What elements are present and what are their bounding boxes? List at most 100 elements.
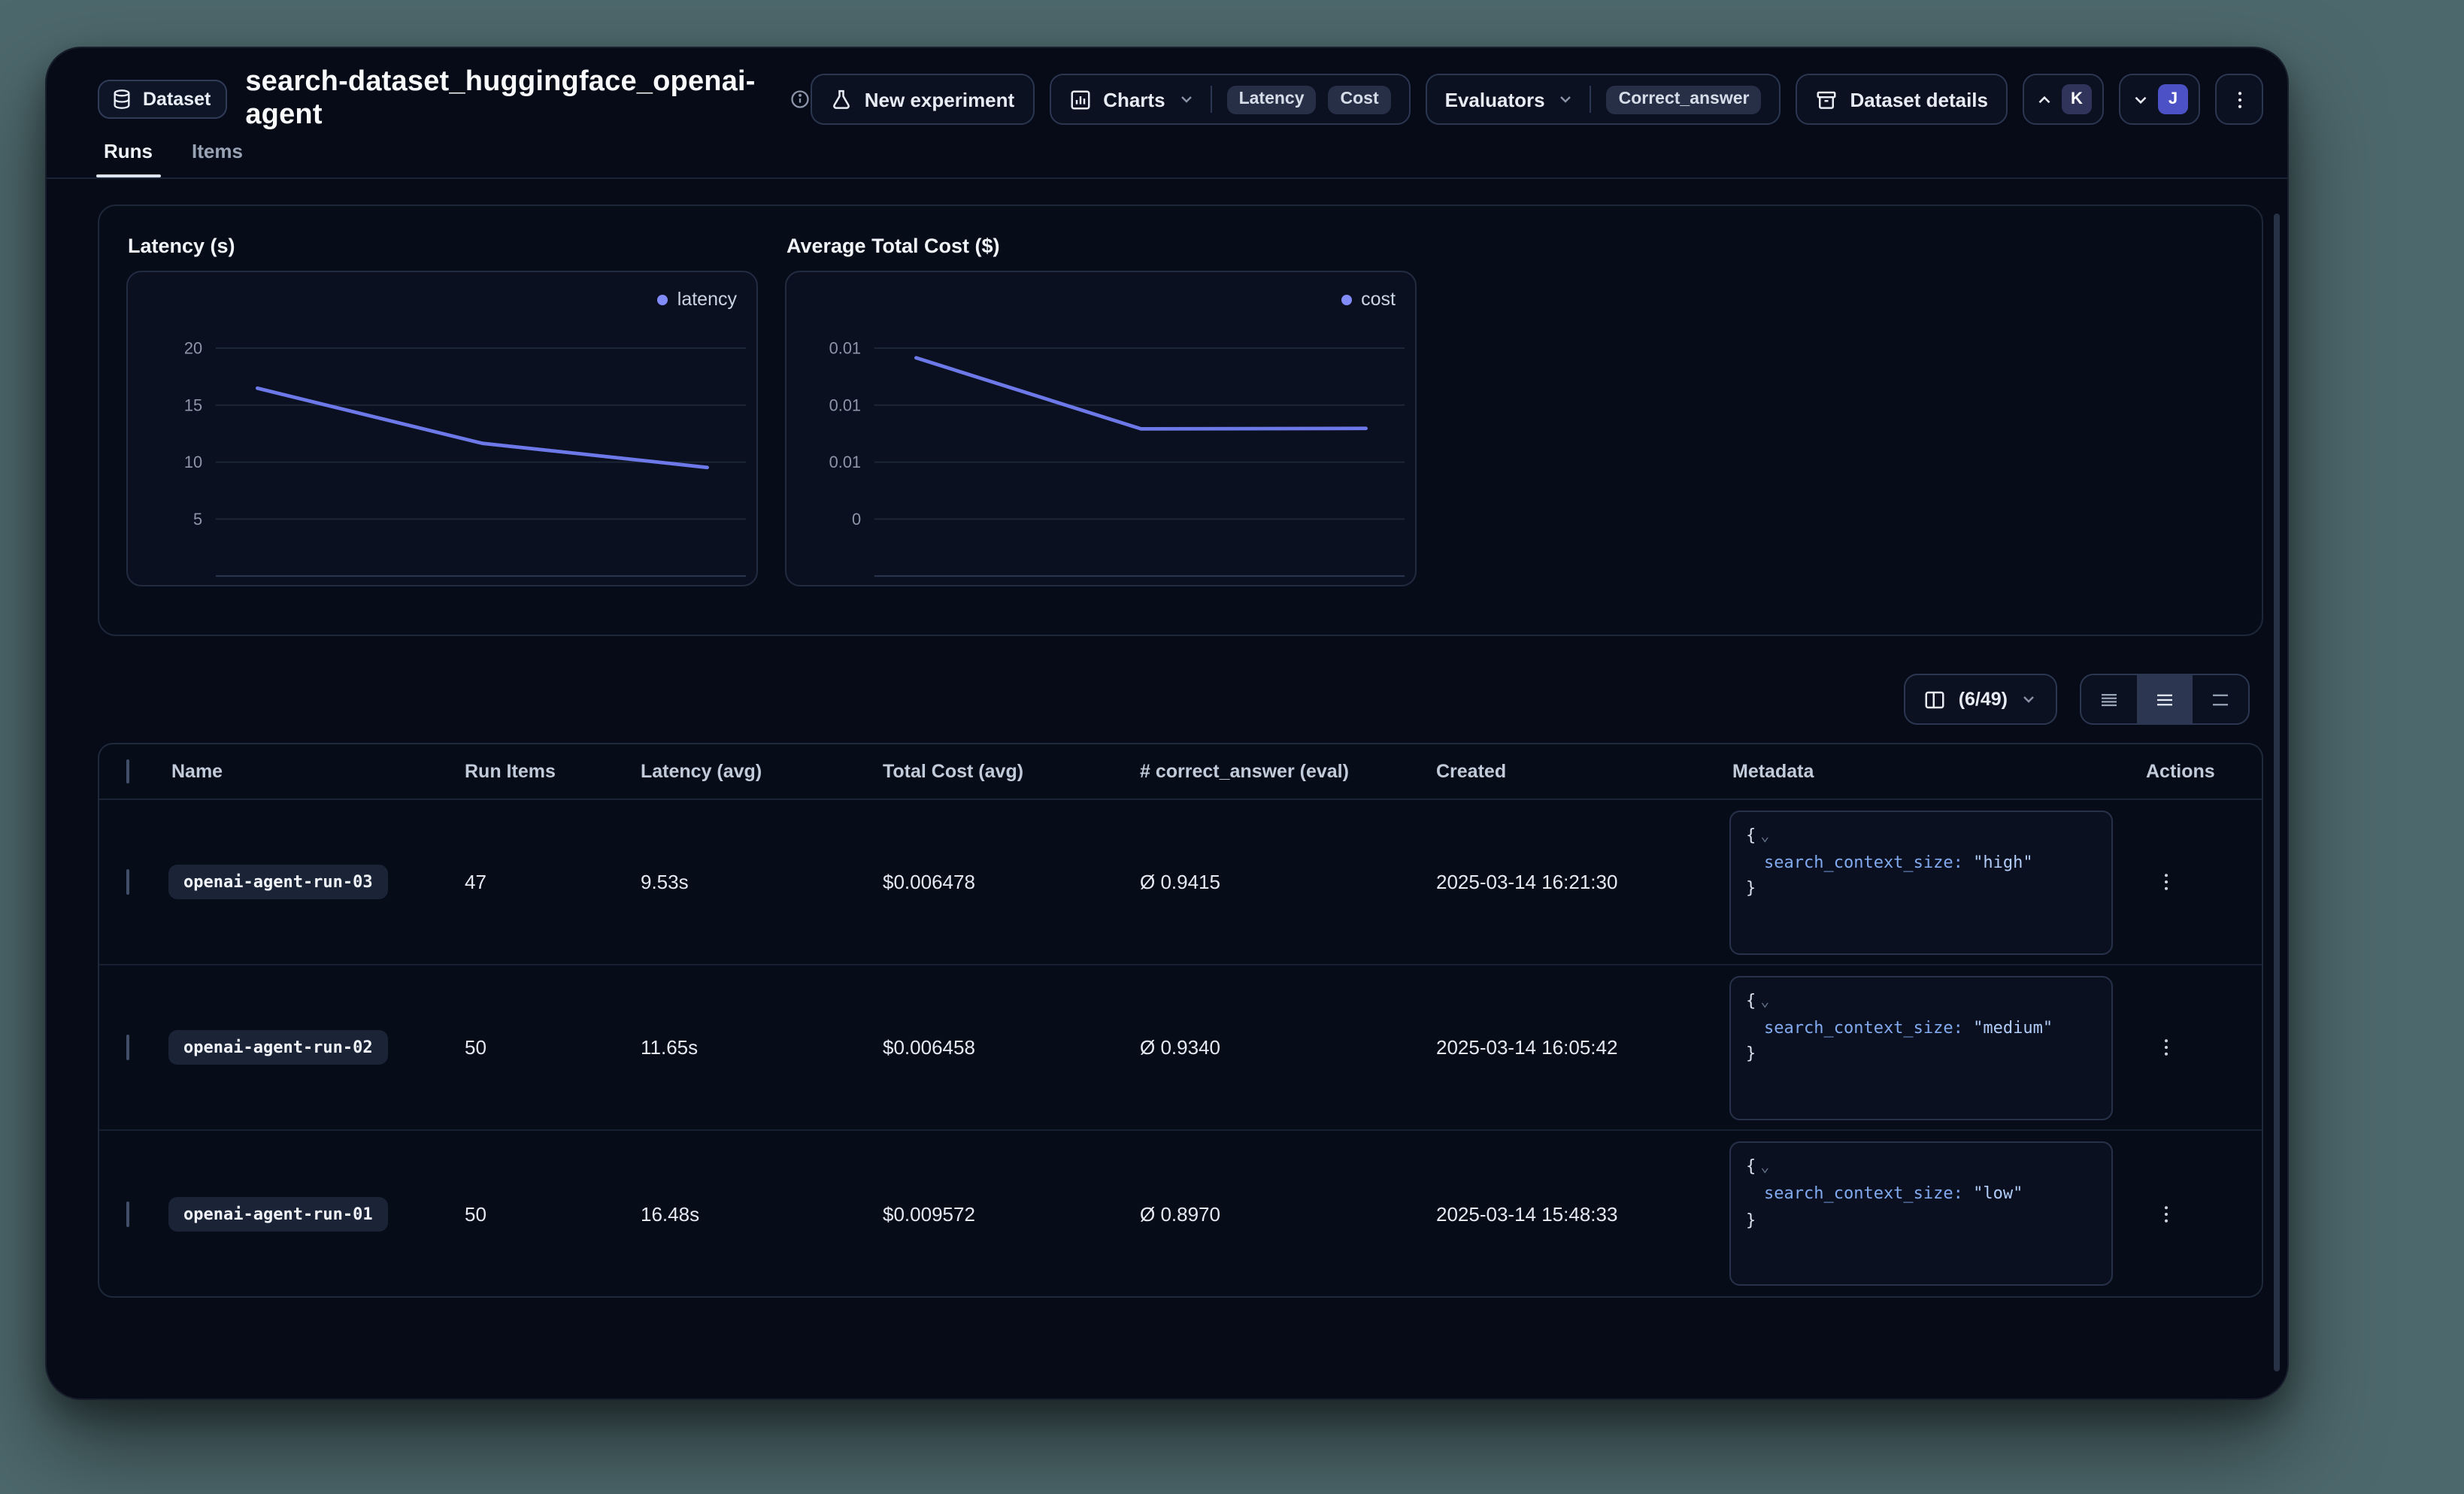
svg-text:0.01: 0.01 (829, 395, 861, 414)
info-icon[interactable] (790, 89, 811, 110)
select-all-checkbox[interactable] (126, 759, 129, 783)
run-items-value: 50 (462, 1202, 638, 1225)
vertical-scrollbar[interactable] (2274, 214, 2280, 1371)
correct-answer-value: Ø 0.9415 (1137, 871, 1433, 893)
top-bar-actions: New experiment Charts Latency Cost Evalu… (811, 74, 2263, 125)
json-value: "medium" (1973, 1017, 2053, 1037)
svg-text:10: 10 (184, 453, 202, 471)
cost-chart-title: Average Total Cost ($) (786, 235, 1417, 257)
correct-answer-value: Ø 0.9340 (1137, 1036, 1433, 1059)
column-selector-button[interactable]: (6/49) (1905, 674, 2057, 725)
json-close-brace: } (1746, 1210, 1756, 1229)
row-checkbox[interactable] (126, 1201, 129, 1226)
key-hint-k: K (2062, 84, 2092, 114)
latency-line-chart: 2015105 (128, 272, 756, 585)
run-name-chip[interactable]: openai-agent-run-02 (168, 1030, 388, 1065)
runs-table: Name Run Items Latency (avg) Total Cost … (98, 743, 2263, 1298)
header-metadata: Metadata (1729, 761, 2125, 782)
row-height-compact-button[interactable] (2081, 675, 2137, 723)
archive-icon (1815, 88, 1838, 111)
prev-dataset-button[interactable]: K (2023, 74, 2104, 125)
row-actions-kebab-icon[interactable] (2143, 1191, 2188, 1236)
charts-badge-cost[interactable]: Cost (1329, 85, 1391, 114)
metadata-json[interactable]: {⌄ search_context_size: "medium" } (1729, 975, 2113, 1120)
json-close-brace: } (1746, 878, 1756, 898)
row-actions-kebab-icon[interactable] (2143, 859, 2188, 905)
rows-medium-icon (2153, 688, 2176, 711)
collapse-icon[interactable]: ⌄ (1760, 1159, 1769, 1176)
tab-runs[interactable]: Runs (104, 140, 153, 177)
svg-text:0.01: 0.01 (829, 339, 861, 358)
evaluators-button[interactable]: Evaluators Correct_answer (1426, 74, 1781, 125)
run-name-chip[interactable]: openai-agent-run-01 (168, 1196, 388, 1231)
row-checkbox[interactable] (126, 1035, 129, 1060)
row-actions-kebab-icon[interactable] (2143, 1025, 2188, 1070)
latency-legend-label: latency (677, 289, 737, 310)
dataset-badge-label: Dataset (143, 89, 211, 110)
total-cost-value: $0.006458 (880, 1036, 1137, 1059)
button-divider (1590, 86, 1592, 113)
tab-divider (47, 177, 2287, 179)
header-name: Name (168, 761, 462, 782)
created-value: 2025-03-14 16:21:30 (1433, 871, 1729, 893)
latency-value: 9.53s (638, 871, 880, 893)
charts-label: Charts (1103, 88, 1165, 111)
chevron-down-icon (2020, 690, 2038, 708)
top-bar: Dataset search-dataset_huggingface_opena… (98, 69, 2263, 129)
charts-button[interactable]: Charts Latency Cost (1049, 74, 1410, 125)
collapse-icon[interactable]: ⌄ (1760, 828, 1769, 844)
svg-text:15: 15 (184, 395, 202, 414)
json-key: search_context_size: (1764, 1183, 1963, 1203)
table-row[interactable]: openai-agent-run-02 50 11.65s $0.006458 … (99, 965, 2262, 1131)
next-dataset-button[interactable]: J (2119, 74, 2200, 125)
table-row[interactable]: openai-agent-run-01 50 16.48s $0.009572 … (99, 1131, 2262, 1296)
button-divider (1211, 86, 1212, 113)
dataset-details-button[interactable]: Dataset details (1796, 74, 2008, 125)
run-items-value: 47 (462, 871, 638, 893)
table-row[interactable]: openai-agent-run-03 47 9.53s $0.006478 Ø… (99, 800, 2262, 965)
app-window: Dataset search-dataset_huggingface_opena… (45, 47, 2289, 1400)
column-selector-count: (6/49) (1959, 689, 2008, 710)
header-run-items: Run Items (462, 761, 638, 782)
evaluators-label: Evaluators (1445, 88, 1545, 111)
created-value: 2025-03-14 16:05:42 (1433, 1036, 1729, 1059)
json-key: search_context_size: (1764, 1017, 1963, 1037)
charts-badge-latency[interactable]: Latency (1227, 85, 1317, 114)
columns-icon (1924, 688, 1947, 711)
cost-line-chart: 0.010.010.010 (786, 272, 1415, 585)
collapse-icon[interactable]: ⌄ (1760, 993, 1769, 1010)
json-open-brace: { (1746, 990, 1756, 1010)
new-experiment-button[interactable]: New experiment (811, 74, 1034, 125)
evaluators-badge-correct-answer[interactable]: Correct_answer (1607, 85, 1762, 114)
header-total-cost: Total Cost (avg) (880, 761, 1137, 782)
table-header-row: Name Run Items Latency (avg) Total Cost … (99, 744, 2262, 800)
tab-items[interactable]: Items (192, 140, 243, 177)
row-height-medium-button[interactable] (2137, 675, 2193, 723)
stage: Dataset search-dataset_huggingface_opena… (0, 0, 2464, 1494)
metadata-json[interactable]: {⌄ search_context_size: "high" } (1729, 810, 2113, 954)
key-hint-j: J (2158, 84, 2188, 114)
row-checkbox[interactable] (126, 869, 129, 895)
metadata-json[interactable]: {⌄ search_context_size: "low" } (1729, 1141, 2113, 1286)
run-name-chip[interactable]: openai-agent-run-03 (168, 865, 388, 899)
json-open-brace: { (1746, 825, 1756, 844)
total-cost-value: $0.009572 (880, 1202, 1137, 1225)
rows-compact-icon (2098, 688, 2120, 711)
json-key: search_context_size: (1764, 852, 1963, 871)
json-value: "high" (1973, 852, 2033, 871)
chevron-down-icon (1557, 90, 1575, 108)
cost-chart-card: Average Total Cost ($) 0.010.010.010 cos… (785, 233, 1417, 608)
latency-chart: 2015105 latency (126, 271, 758, 586)
row-height-tall-button[interactable] (2193, 675, 2248, 723)
bar-chart-icon (1068, 88, 1091, 111)
latency-value: 16.48s (638, 1202, 880, 1225)
dataset-type-badge: Dataset (98, 80, 227, 119)
header-actions: Actions (2125, 761, 2262, 782)
more-options-button[interactable] (2215, 74, 2263, 125)
top-bar-left: Dataset search-dataset_huggingface_opena… (98, 66, 811, 132)
svg-text:20: 20 (184, 339, 202, 358)
page-title: search-dataset_huggingface_openai-agent (245, 66, 771, 132)
row-height-toggle (2080, 674, 2250, 725)
json-value: "low" (1973, 1183, 2023, 1203)
tab-bar: Runs Items (98, 140, 2263, 177)
